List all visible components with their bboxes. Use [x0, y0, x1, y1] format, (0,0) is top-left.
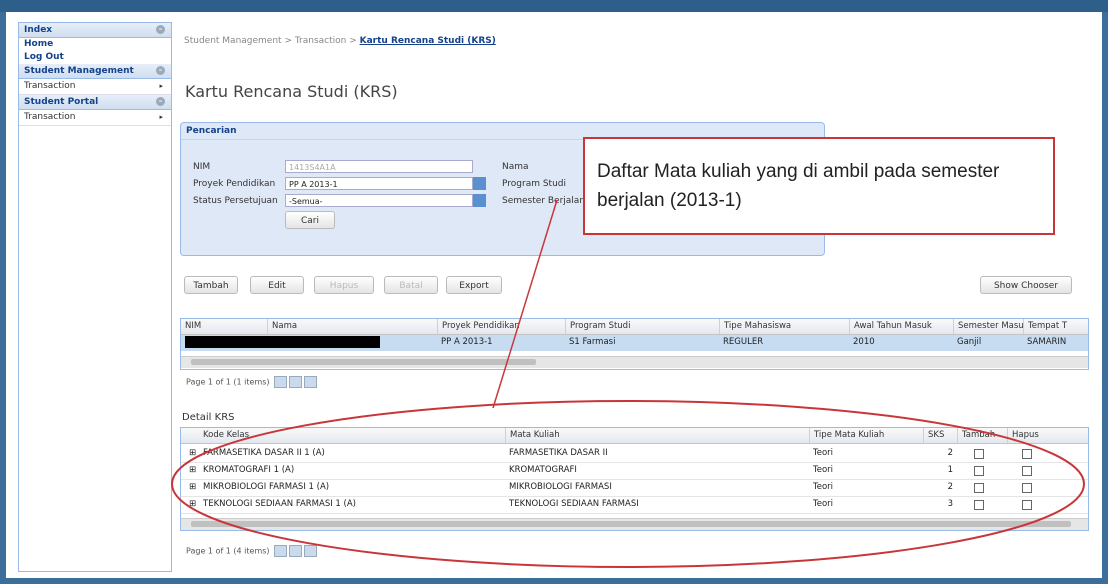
highlight-ellipse — [171, 400, 1085, 568]
annotation-overlay — [171, 199, 1085, 568]
annotation-callout: Daftar Mata kuliah yang di ambil pada se… — [583, 137, 1055, 235]
callout-pointer-line — [492, 199, 558, 409]
